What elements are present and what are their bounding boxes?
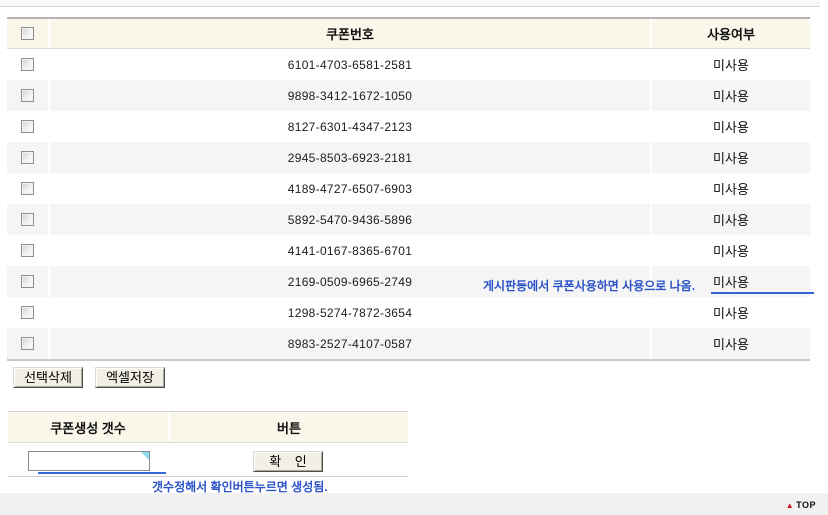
row-checkbox-cell <box>7 49 48 80</box>
row-checkbox-cell <box>7 297 48 328</box>
header-checkbox-cell <box>7 19 48 48</box>
coupon-number: 5892-5470-9436-5896 <box>50 204 650 235</box>
table-row: 9898-3412-1672-1050 미사용 <box>7 80 810 111</box>
usage-status: 미사용 <box>652 297 810 328</box>
coupon-number: 2945-8503-6923-2181 <box>50 142 650 173</box>
row-checkbox[interactable] <box>21 213 34 226</box>
coupon-table: 쿠폰번호 사용여부 6101-4703-6581-2581 미사용 989 <box>7 17 810 361</box>
usage-status: 미사용 <box>652 49 810 80</box>
coupon-count-input[interactable] <box>28 451 150 471</box>
row-checkbox-cell <box>7 235 48 266</box>
coupon-number: 8127-6301-4347-2123 <box>50 111 650 142</box>
input-annotation-underline <box>38 472 166 474</box>
row-checkbox-cell <box>7 173 48 204</box>
usage-status: 미사용 <box>652 173 810 204</box>
create-button-header: 버튼 <box>170 412 408 442</box>
row-checkbox[interactable] <box>21 58 34 71</box>
table-row: 6101-4703-6581-2581 미사용 <box>7 49 810 80</box>
input-corner-marker <box>141 452 149 460</box>
table-row: 2945-8503-6923-2181 미사용 <box>7 142 810 173</box>
usage-status: 미사용 <box>652 142 810 173</box>
table-row: 1298-5274-7872-3654 미사용 <box>7 297 810 328</box>
usage-status: 미사용 <box>652 80 810 111</box>
coupon-number: 4189-4727-6507-6903 <box>50 173 650 204</box>
delete-selected-button[interactable]: 선택삭제 <box>13 367 83 388</box>
coupon-create-table: 쿠폰생성 갯수 버튼 확 인 <box>8 411 408 477</box>
coupon-create-header: 쿠폰생성 갯수 버튼 <box>8 412 408 443</box>
scroll-to-top-link[interactable]: ▲TOP <box>786 500 816 510</box>
row-checkbox-cell <box>7 142 48 173</box>
row-checkbox[interactable] <box>21 182 34 195</box>
row-checkbox[interactable] <box>21 337 34 350</box>
usage-status: 미사용 <box>652 235 810 266</box>
row-checkbox-cell <box>7 328 48 359</box>
row-checkbox[interactable] <box>21 244 34 257</box>
table-row: 8127-6301-4347-2123 미사용 <box>7 111 810 142</box>
usage-annotation-underline <box>711 292 814 294</box>
confirm-button[interactable]: 확 인 <box>253 451 323 472</box>
row-checkbox-cell <box>7 80 48 111</box>
row-checkbox-cell <box>7 111 48 142</box>
page: 쿠폰번호 사용여부 6101-4703-6581-2581 미사용 989 <box>0 0 828 515</box>
usage-status: 미사용 <box>652 328 810 359</box>
create-count-header: 쿠폰생성 갯수 <box>8 412 168 442</box>
row-checkbox[interactable] <box>21 89 34 102</box>
row-checkbox[interactable] <box>21 275 34 288</box>
up-triangle-icon: ▲ <box>786 501 794 510</box>
excel-save-button[interactable]: 엑셀저장 <box>95 367 165 388</box>
row-checkbox-cell <box>7 266 48 297</box>
coupon-table-header: 쿠폰번호 사용여부 <box>7 19 810 49</box>
coupon-number: 1298-5274-7872-3654 <box>50 297 650 328</box>
top-link-label: TOP <box>796 500 816 510</box>
row-checkbox[interactable] <box>21 120 34 133</box>
table-row: 4189-4727-6507-6903 미사용 <box>7 173 810 204</box>
table-row: 5892-5470-9436-5896 미사용 <box>7 204 810 235</box>
table-row: 8983-2527-4107-0587 미사용 <box>7 328 810 359</box>
usage-status: 미사용 <box>652 204 810 235</box>
coupon-number: 6101-4703-6581-2581 <box>50 49 650 80</box>
row-checkbox[interactable] <box>21 151 34 164</box>
usage-status-header: 사용여부 <box>652 19 810 48</box>
top-divider <box>0 0 820 7</box>
table-row: 4141-0167-8365-6701 미사용 <box>7 235 810 266</box>
coupon-table-body: 6101-4703-6581-2581 미사용 9898-3412-1672-1… <box>7 49 810 359</box>
coupon-number: 8983-2527-4107-0587 <box>50 328 650 359</box>
usage-annotation: 게시판등에서 쿠폰사용하면 사용으로 나옴. <box>483 277 695 294</box>
coupon-number-header: 쿠폰번호 <box>50 19 650 48</box>
row-checkbox[interactable] <box>21 306 34 319</box>
footer-bar: ▲TOP <box>0 493 828 515</box>
usage-status: 미사용 <box>652 111 810 142</box>
row-checkbox-cell <box>7 204 48 235</box>
coupon-number: 4141-0167-8365-6701 <box>50 235 650 266</box>
select-all-checkbox[interactable] <box>21 27 34 40</box>
coupon-number: 9898-3412-1672-1050 <box>50 80 650 111</box>
